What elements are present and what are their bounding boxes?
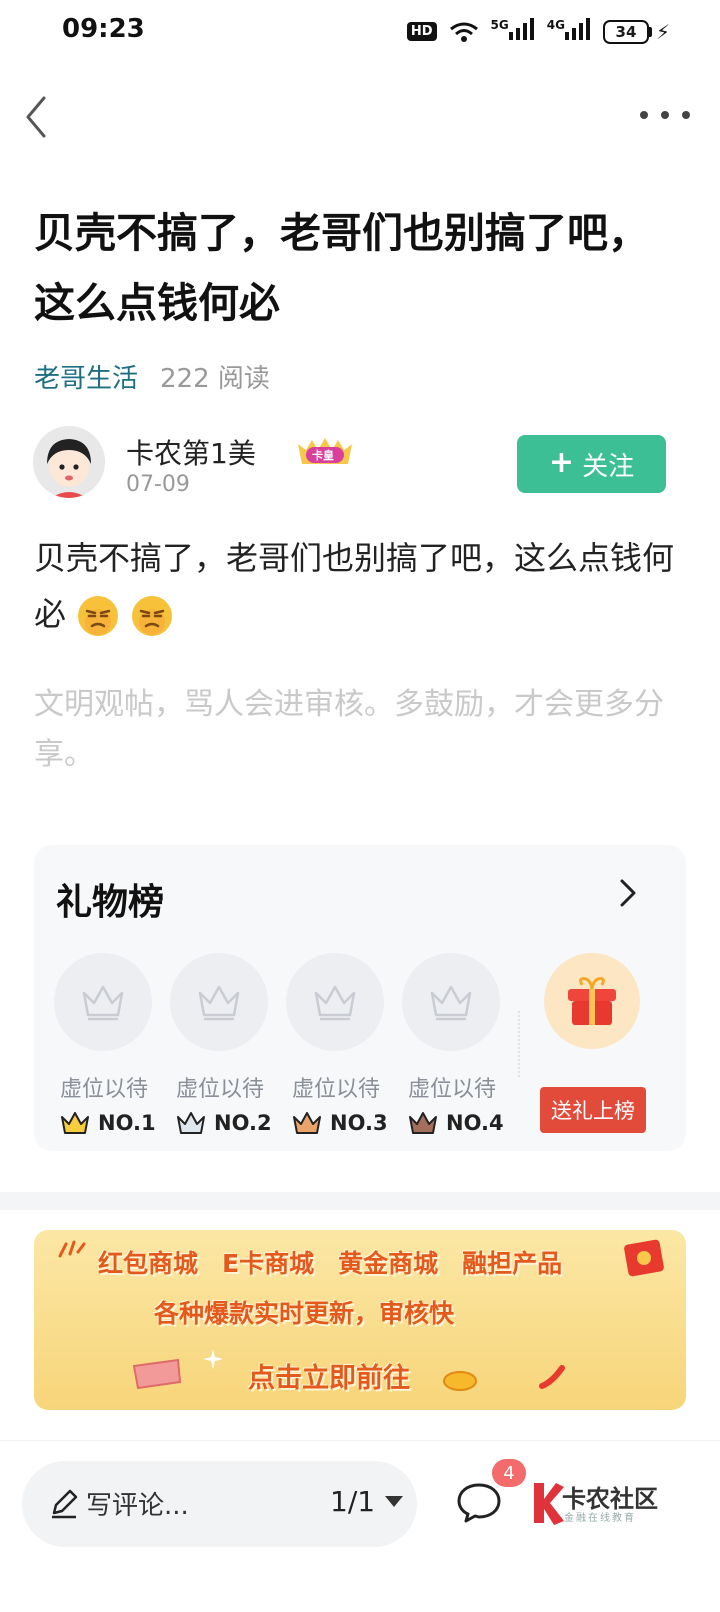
rank-label: NO.3 — [292, 1111, 388, 1135]
battery-level: 34 — [602, 19, 649, 44]
category-link[interactable]: 老哥生活 — [34, 358, 138, 395]
rank-label: NO.4 — [408, 1111, 504, 1135]
comment-count-badge: 4 — [492, 1459, 526, 1487]
slot-label: 虚位以待 — [175, 1077, 264, 1102]
empty-crown-icon — [170, 953, 268, 1051]
crown-icon — [61, 1112, 89, 1134]
gift-slot[interactable]: 虚位以待 — [286, 953, 386, 1103]
read-count: 222 阅读 — [160, 364, 270, 394]
gift-slot[interactable]: 虚位以待 — [170, 953, 270, 1103]
gift-board-more-button[interactable] — [616, 875, 640, 911]
chevron-left-icon — [26, 96, 46, 138]
gift-board: 礼物榜 虚位以待 NO.1 虚位以待 NO.2 虚位以待 NO.3 虚位以待 N… — [34, 845, 686, 1151]
crown-icon — [293, 1112, 321, 1134]
follow-label: 关注 — [582, 451, 635, 482]
rank-text: NO.1 — [98, 1111, 156, 1135]
author-badge-label: 卡皇 — [312, 449, 334, 462]
status-icons: HD 5G 4G 34 ⚡ — [406, 18, 670, 45]
signal-5g-label: 5G — [490, 18, 509, 32]
brand-logo[interactable]: 卡农社区 金融在线教育 — [528, 1479, 668, 1531]
page-number: 1/1 — [330, 1485, 376, 1518]
brand-k-icon — [534, 1483, 564, 1525]
author-name[interactable]: 卡农第1美 — [126, 432, 256, 472]
page-selector[interactable]: 1/1 — [330, 1485, 404, 1518]
gift-slot[interactable]: 虚位以待 — [54, 953, 154, 1103]
red-envelope-icon — [624, 1239, 664, 1277]
wifi-icon — [449, 22, 478, 42]
post-meta: 老哥生活 222 阅读 — [34, 358, 270, 395]
banner-cta[interactable]: 点击立即前往 — [248, 1356, 410, 1395]
signal-4g-label: 4G — [546, 18, 565, 32]
slot-label: 虚位以待 — [407, 1077, 496, 1102]
post-title: 贝壳不搞了，老哥们也别搞了吧，这么点钱何必 — [34, 209, 649, 327]
crown-icon — [177, 1112, 205, 1134]
hd-icon: HD — [406, 22, 437, 41]
section-divider — [0, 1192, 720, 1210]
banner-item: 红包商城 — [98, 1249, 199, 1278]
gift-slot[interactable]: 虚位以待 — [402, 953, 502, 1103]
gift-board-title: 礼物榜 — [56, 882, 165, 923]
more-dots-icon — [640, 111, 648, 119]
crown-badge-icon: 卡皇 — [292, 436, 358, 466]
post-body: 贝壳不搞了，老哥们也别搞了吧，这么点钱何必 — [34, 530, 684, 642]
slot-label: 虚位以待 — [291, 1077, 380, 1102]
annoyed-emoji-icon — [132, 596, 173, 636]
civility-notice: 文明观帖，骂人会进审核。多鼓励，才会更多分享。 — [34, 687, 664, 772]
star-icon — [203, 1349, 223, 1369]
rank-text: NO.2 — [214, 1111, 272, 1135]
gift-box-button[interactable] — [544, 953, 640, 1049]
comment-placeholder: 写评论... — [86, 1491, 189, 1521]
banner-item: E卡商城 — [222, 1249, 315, 1278]
pencil-icon — [52, 1489, 78, 1519]
gift-box-icon — [568, 977, 616, 1025]
empty-crown-icon — [286, 953, 384, 1051]
banner-item: 融担产品 — [462, 1249, 563, 1278]
rank-label: NO.2 — [176, 1111, 272, 1135]
empty-crown-icon — [54, 953, 152, 1051]
promo-banner[interactable]: 红包商城 E卡商城 黄金商城 融担产品 各种爆款实时更新，审核快 点击立即前往 — [34, 1230, 686, 1410]
back-button[interactable] — [20, 92, 60, 142]
status-bar: 09:23 HD 5G 4G 34 ⚡ — [0, 0, 720, 64]
post-date: 07-09 — [126, 472, 190, 497]
rank-label: NO.1 — [60, 1111, 156, 1135]
sparkle-icon — [58, 1240, 86, 1258]
banner-categories: 红包商城 E卡商城 黄金商城 融担产品 — [98, 1244, 562, 1280]
chili-icon — [539, 1365, 565, 1389]
signal-5g-icon: 5G — [491, 18, 535, 45]
comment-bubble-icon[interactable] — [456, 1481, 502, 1523]
more-button[interactable] — [640, 100, 690, 130]
status-time: 09:23 — [62, 14, 145, 44]
plus-icon: + — [548, 445, 575, 480]
comment-input[interactable]: 写评论... 1/1 — [22, 1461, 417, 1547]
charging-icon: ⚡ — [655, 19, 670, 44]
caret-down-icon — [385, 1496, 404, 1507]
coin-icon — [443, 1371, 477, 1391]
ticket-icon — [132, 1358, 182, 1390]
banner-tagline: 各种爆款实时更新，审核快 — [154, 1299, 455, 1328]
follow-button[interactable]: + 关注 — [517, 435, 666, 493]
bottom-bar: 写评论... 1/1 4 卡农社区 金融在线教育 — [0, 1440, 720, 1612]
avatar[interactable] — [33, 426, 105, 498]
brand-subtitle: 金融在线教育 — [564, 1513, 636, 1524]
signal-4g-icon: 4G — [547, 18, 591, 45]
empty-crown-icon — [402, 953, 500, 1051]
annoyed-emoji-icon — [78, 596, 119, 636]
divider — [518, 1011, 520, 1077]
crown-icon — [409, 1112, 437, 1134]
rank-text: NO.3 — [330, 1111, 388, 1135]
slot-label: 虚位以待 — [59, 1077, 148, 1102]
send-gift-button[interactable]: 送礼上榜 — [540, 1087, 646, 1133]
battery-icon: 34 ⚡ — [602, 19, 670, 44]
banner-item: 黄金商城 — [338, 1249, 439, 1278]
rank-text: NO.4 — [446, 1111, 504, 1135]
chevron-right-icon — [620, 879, 636, 907]
